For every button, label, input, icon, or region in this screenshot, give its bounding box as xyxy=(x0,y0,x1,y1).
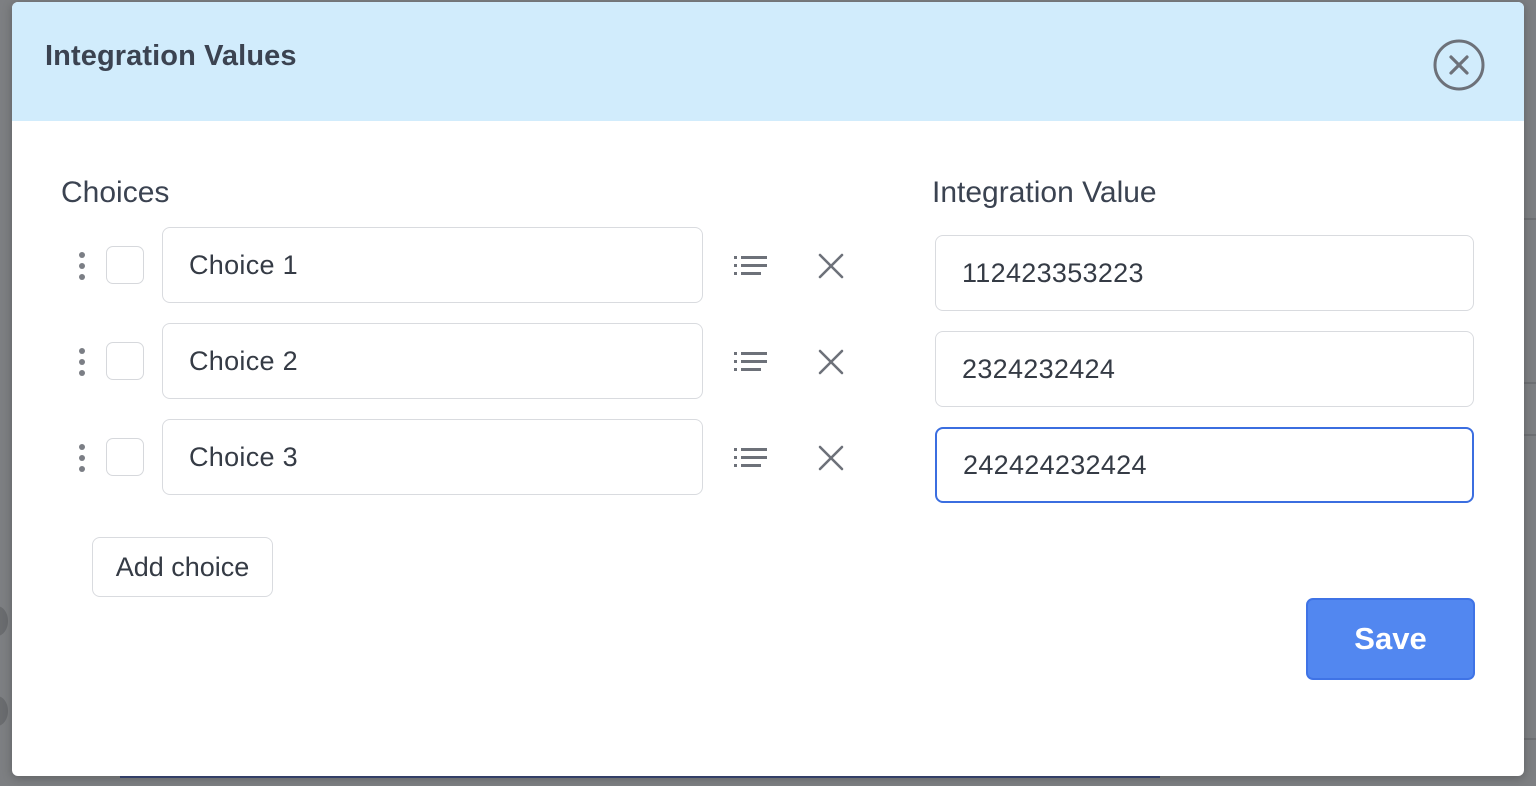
backdrop-panel-edge xyxy=(120,776,1160,778)
modal-title: Integration Values xyxy=(45,40,297,72)
remove-choice-close-icon[interactable] xyxy=(818,253,844,279)
integration-values-modal: Integration Values Choices Choice 1 Choi… xyxy=(12,2,1524,776)
integration-value-label: Integration Value xyxy=(932,176,1157,209)
save-button[interactable]: Save xyxy=(1306,598,1475,680)
backdrop-panel-edge xyxy=(1524,434,1536,436)
backdrop-panel-edge xyxy=(1524,218,1536,220)
integration-value-input[interactable] xyxy=(935,427,1474,503)
backdrop-panel-edge xyxy=(1524,738,1536,740)
drag-handle-icon[interactable] xyxy=(77,252,87,286)
choice-checkbox[interactable] xyxy=(106,342,144,380)
choice-checkbox[interactable] xyxy=(106,438,144,476)
drag-handle-icon[interactable] xyxy=(77,348,87,382)
integration-value-input[interactable] xyxy=(935,235,1474,311)
backdrop-panel-edge xyxy=(1524,382,1536,384)
choice-input[interactable] xyxy=(162,323,703,399)
backdrop-dot xyxy=(0,696,8,726)
remove-choice-close-icon[interactable] xyxy=(818,349,844,375)
list-icon[interactable] xyxy=(734,350,768,374)
drag-handle-icon[interactable] xyxy=(77,444,87,478)
list-icon[interactable] xyxy=(734,446,768,470)
choice-checkbox[interactable] xyxy=(106,246,144,284)
choices-label: Choices xyxy=(61,176,170,209)
add-choice-button[interactable]: Add choice xyxy=(92,537,273,597)
close-circle-icon[interactable] xyxy=(1433,39,1485,91)
backdrop-dot xyxy=(0,606,8,636)
remove-choice-close-icon[interactable] xyxy=(818,445,844,471)
choice-input[interactable] xyxy=(162,227,703,303)
choice-input[interactable] xyxy=(162,419,703,495)
list-icon[interactable] xyxy=(734,254,768,278)
integration-value-input[interactable] xyxy=(935,331,1474,407)
modal-header: Integration Values xyxy=(12,2,1524,121)
